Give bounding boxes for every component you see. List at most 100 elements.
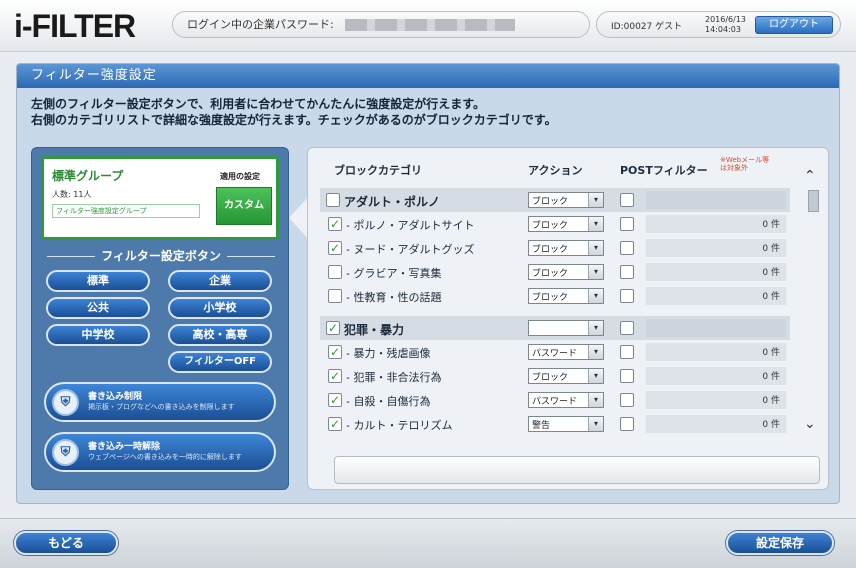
- write-unlock-title: 書き込み一時解除: [88, 442, 161, 452]
- post-filter-checkbox[interactable]: [620, 193, 634, 207]
- action-value: ブロック: [532, 221, 569, 231]
- header-action: アクション: [528, 164, 583, 177]
- block-checkbox[interactable]: [328, 265, 342, 279]
- post-filter-checkbox[interactable]: [620, 417, 634, 431]
- chevron-down-icon: ▾: [588, 217, 603, 231]
- action-select[interactable]: ブロック ▾: [528, 368, 604, 384]
- logo: i-FILTER: [14, 8, 136, 44]
- masked-password: [345, 19, 516, 31]
- post-filter-checkbox[interactable]: [620, 241, 634, 255]
- enterprise-button[interactable]: 企業: [168, 270, 272, 292]
- junior-high-button[interactable]: 中学校: [46, 324, 150, 346]
- scroll-down-icon[interactable]: ⌄: [804, 416, 816, 432]
- category-detail-field: [334, 456, 820, 484]
- category-label: 犯罪・暴力: [344, 323, 405, 337]
- access-count: 0 件: [762, 420, 780, 430]
- access-count-cell: 0 件: [646, 343, 786, 361]
- post-filter-checkbox[interactable]: [620, 265, 634, 279]
- action-select[interactable]: ブロック ▾: [528, 240, 604, 256]
- subcategory-row: ✓ - ポルノ・アダルトサイト ブロック ▾ 0 件: [320, 212, 790, 236]
- public-button[interactable]: 公共: [46, 297, 150, 319]
- chevron-down-icon: ▾: [588, 321, 603, 335]
- access-count-cell: 0 件: [646, 215, 786, 233]
- group-desc: 人数: 11人: [52, 190, 92, 199]
- action-select[interactable]: ▾: [528, 320, 604, 336]
- write-unlock-button[interactable]: ⛨ 書き込み一時解除 ウェブページへの書き込みを一時的に解除します: [44, 432, 276, 472]
- user-id: ID:00027 ゲスト: [611, 22, 683, 32]
- block-checkbox[interactable]: ✓: [328, 393, 342, 407]
- date-text: 2016/6/13: [705, 15, 747, 24]
- post-filter-checkbox[interactable]: [620, 345, 634, 359]
- action-select[interactable]: ブロック ▾: [528, 264, 604, 280]
- subcategory-row: - グラビア・写真集 ブロック ▾ 0 件: [320, 260, 790, 284]
- category-label: - 暴力・残虐画像: [346, 347, 431, 360]
- apply-label: 適用の設定: [220, 172, 260, 181]
- post-filter-checkbox[interactable]: [620, 321, 634, 335]
- time-text: 14:04:03: [705, 25, 741, 34]
- block-checkbox[interactable]: ✓: [328, 345, 342, 359]
- scrollbar-thumb[interactable]: [808, 190, 819, 212]
- access-count-cell: 0 件: [646, 287, 786, 305]
- subcategory-row: ✓ - 暴力・残虐画像 パスワード ▾ 0 件: [320, 340, 790, 364]
- footer-bar: もどる 設定保存: [0, 518, 856, 568]
- subcategory-row: ✓ - 自殺・自傷行為 パスワード ▾ 0 件: [320, 388, 790, 412]
- block-checkbox[interactable]: [328, 289, 342, 303]
- description-line-1: 左側のフィルター設定ボタンで、利用者に合わせてかんたんに強度設定が行えます。: [31, 97, 486, 111]
- action-select[interactable]: ブロック ▾: [528, 216, 604, 232]
- post-filter-checkbox[interactable]: [620, 289, 634, 303]
- filter-buttons-heading: フィルター設定ボタン: [32, 247, 290, 264]
- subcategory-row: ✓ - ヌード・アダルトグッズ ブロック ▾ 0 件: [320, 236, 790, 260]
- filter-off-button[interactable]: フィルターOFF: [168, 351, 272, 373]
- action-select[interactable]: 警告 ▾: [528, 416, 604, 432]
- block-checkbox[interactable]: [326, 193, 340, 207]
- back-button[interactable]: もどる: [14, 531, 118, 555]
- post-filter-checkbox[interactable]: [620, 217, 634, 231]
- group-link[interactable]: フィルター強度設定グループ: [52, 204, 200, 218]
- post-filter-checkbox[interactable]: [620, 369, 634, 383]
- access-count: 0 件: [762, 220, 780, 230]
- description: 左側のフィルター設定ボタンで、利用者に合わせてかんたんに強度設定が行えます。 右…: [17, 88, 839, 128]
- high-school-button[interactable]: 高校・高専: [168, 324, 272, 346]
- write-restrict-button[interactable]: ⛨ 書き込み制限 掲示板・ブログなどへの書き込みを制限します: [44, 382, 276, 422]
- block-checkbox[interactable]: ✓: [328, 417, 342, 431]
- filter-settings-panel: 標準グループ 適用の設定 人数: 11人 フィルター強度設定グループ カスタム …: [31, 147, 289, 490]
- custom-button[interactable]: カスタム: [216, 187, 272, 225]
- block-checkbox[interactable]: ✓: [328, 369, 342, 383]
- category-label: - 犯罪・非合法行為: [346, 371, 442, 384]
- block-checkbox[interactable]: ✓: [328, 241, 342, 255]
- subcategory-row: ✓ - 犯罪・非合法行為 ブロック ▾ 0 件: [320, 364, 790, 388]
- block-checkbox[interactable]: ✓: [326, 321, 340, 335]
- elementary-button[interactable]: 小学校: [168, 297, 272, 319]
- category-label: - 性教育・性の話題: [346, 291, 442, 304]
- action-select[interactable]: パスワード ▾: [528, 344, 604, 360]
- header-bar: i-FILTER ログイン中の企業パスワード: ID:00027 ゲスト 201…: [0, 0, 856, 52]
- category-table: アダルト・ポルノ ブロック ▾ ✓ - ポルノ・アダルトサイト ブロック ▾ 0 件 ✓ - ヌー…: [320, 188, 790, 446]
- category-label: アダルト・ポルノ: [344, 195, 441, 209]
- category-label: - 自殺・自傷行為: [346, 395, 431, 408]
- chevron-down-icon: ▾: [588, 265, 603, 279]
- standard-button[interactable]: 標準: [46, 270, 150, 292]
- chevron-down-icon: ▾: [588, 345, 603, 359]
- post-filter-note: ※Webメール等は対象外: [720, 156, 770, 172]
- chevron-down-icon: ▾: [588, 289, 603, 303]
- group-box: 標準グループ 適用の設定 人数: 11人 フィルター強度設定グループ カスタム: [41, 156, 279, 240]
- header-block-category: ブロックカテゴリ: [334, 164, 422, 177]
- chevron-down-icon: ▾: [588, 193, 603, 207]
- main-panel: フィルター強度設定 左側のフィルター設定ボタンで、利用者に合わせてかんたんに強度…: [16, 63, 840, 564]
- post-filter-checkbox[interactable]: [620, 393, 634, 407]
- access-count-cell: 0 件: [646, 415, 786, 433]
- action-select[interactable]: パスワード ▾: [528, 392, 604, 408]
- block-checkbox[interactable]: ✓: [328, 217, 342, 231]
- group-title: 標準グループ: [52, 169, 124, 183]
- logout-button[interactable]: ログアウト: [755, 16, 833, 34]
- scroll-up-icon[interactable]: ⌃: [804, 168, 816, 184]
- category-label: - カルト・テロリズム: [346, 419, 453, 432]
- category-label: - ヌード・アダルトグッズ: [346, 243, 475, 256]
- action-value: ブロック: [532, 197, 569, 207]
- category-label: - ポルノ・アダルトサイト: [346, 219, 475, 232]
- save-settings-button[interactable]: 設定保存: [726, 531, 834, 555]
- description-line-2: 右側のカテゴリリストで詳細な強度設定が行えます。チェックがあるのがブロックカテゴ…: [31, 113, 557, 127]
- write-unlock-desc: ウェブページへの書き込みを一時的に解除します: [88, 453, 242, 461]
- action-select[interactable]: ブロック ▾: [528, 288, 604, 304]
- action-select[interactable]: ブロック ▾: [528, 192, 604, 208]
